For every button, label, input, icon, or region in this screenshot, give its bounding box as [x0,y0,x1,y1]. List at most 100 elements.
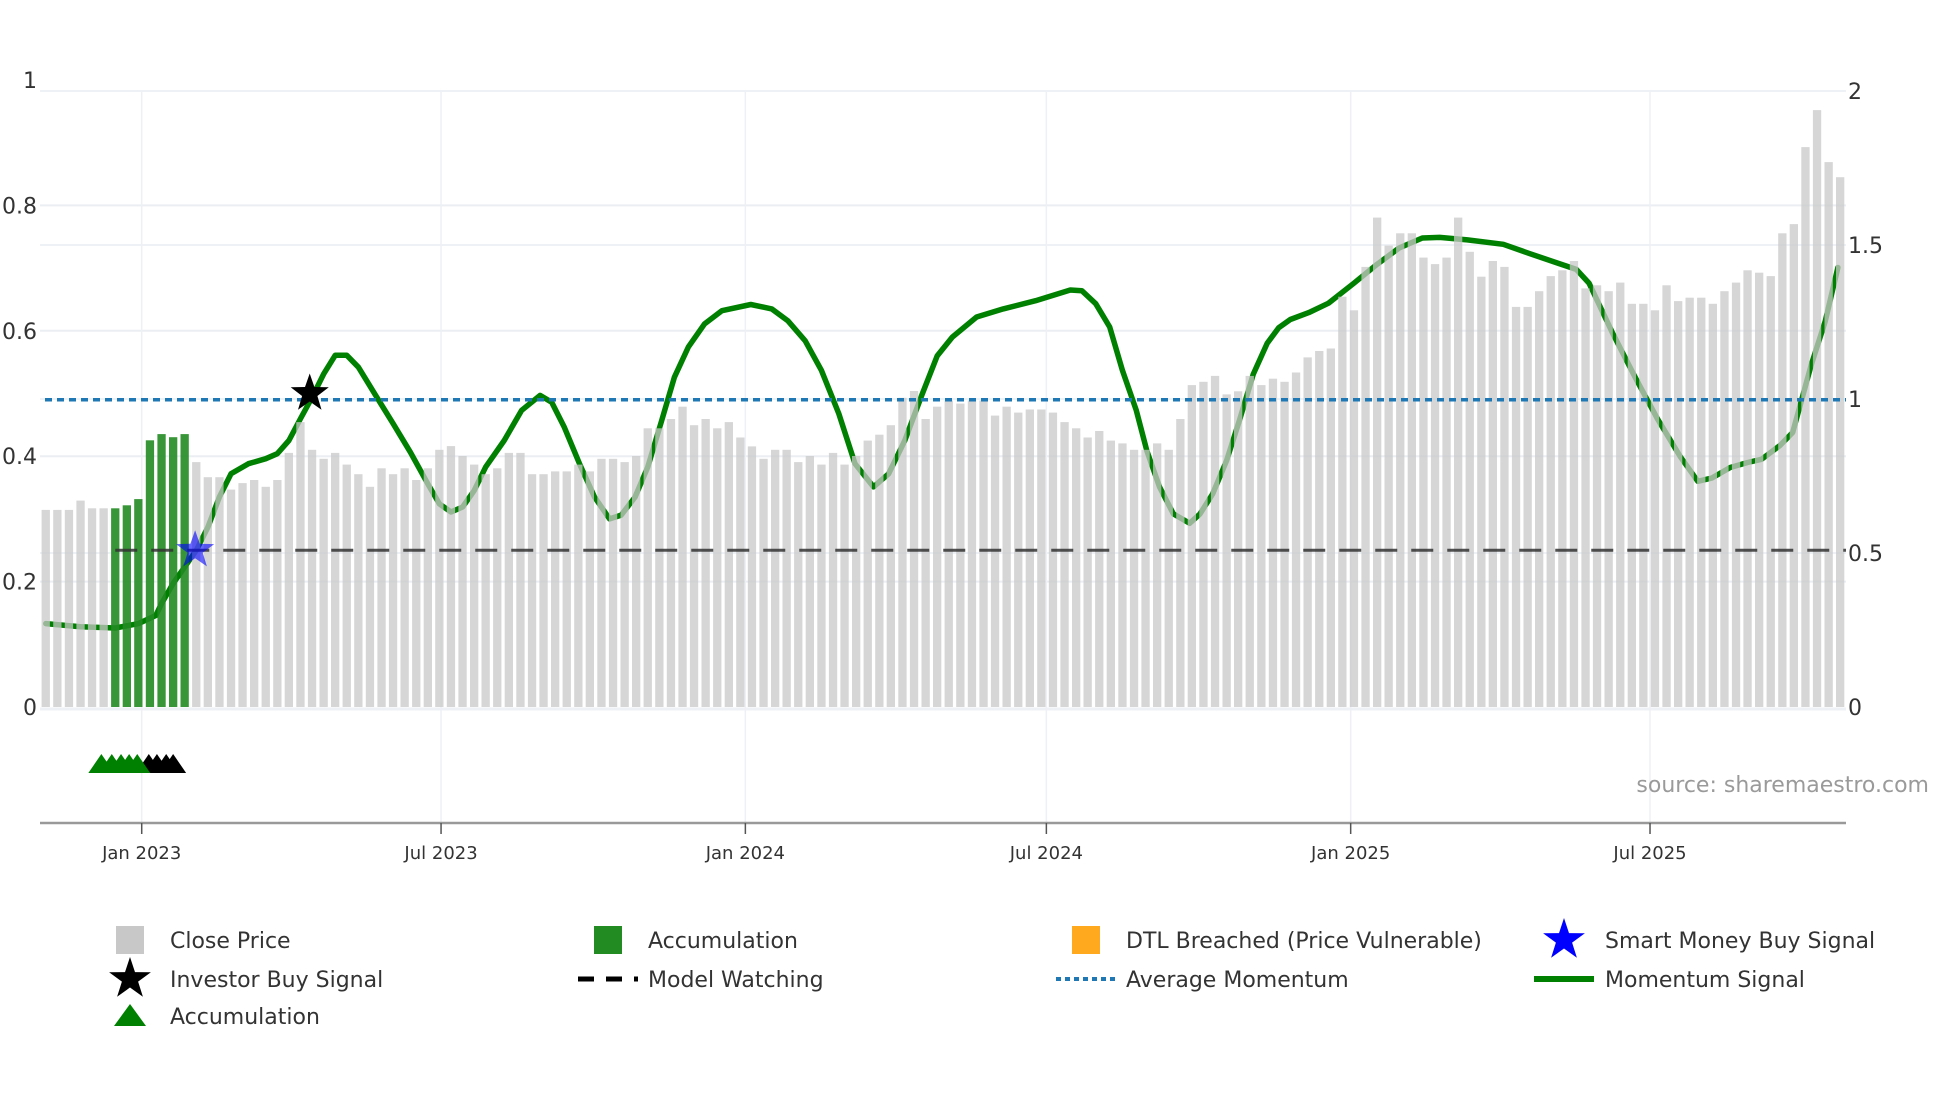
close-price-bar [493,468,502,707]
price-bars [41,110,1845,708]
close-price-bar [504,452,513,707]
close-price-bar [794,462,803,707]
close-price-bar [342,464,351,707]
close-price-bar [1720,291,1729,707]
close-price-bar [1037,409,1046,707]
close-price-bar [944,400,953,707]
close-price-bar [388,474,398,707]
accumulation-bar [134,499,143,707]
close-price-bar [828,452,838,707]
close-price-bar [562,471,571,707]
legend-label: Accumulation [648,929,798,954]
close-price-bar [1141,449,1150,707]
close-price-bar [527,474,537,707]
smart-money-star-icon [1543,918,1585,958]
close-price-bar [1789,224,1798,707]
close-price-bar [1477,276,1486,707]
close-price-bar [875,434,884,707]
close-price-bar [1176,419,1185,707]
y-right-tick-label: 1 [1848,388,1862,413]
x-tick-label: Jul 2025 [1612,843,1686,864]
close-price-bar [365,486,375,707]
y-right-tick-label: 1.5 [1848,234,1883,259]
close-price-bar [1569,261,1579,707]
close-price-bar [64,509,74,707]
close-price-bar [1407,233,1416,708]
close-price-bar [400,468,409,707]
x-tick-label: Jan 2025 [1310,843,1390,864]
legend-label: Close Price [170,929,291,954]
close-price-bar [1373,217,1382,707]
close-price-bar [1083,437,1092,707]
close-price-bar [296,422,305,707]
close-price-bar [446,446,456,707]
close-price-bar [1164,449,1173,707]
close-price-bar [967,400,977,707]
close-price-bar [1535,291,1544,707]
legend-item-model_watching: Model Watching [578,968,824,993]
close-price-bar [1697,297,1706,707]
close-price-bar [1025,409,1034,707]
close-price-bar [1245,375,1254,707]
close-price-bar [458,456,467,707]
close-price-bar [956,403,965,707]
accumulation-bar [111,508,120,707]
close-price-bar [1743,270,1752,707]
legend-item-accumulation: Accumulation [594,926,798,954]
close-price-bar [435,449,444,707]
y-left-tick-label: 0 [23,696,37,721]
investor-star-icon [109,957,151,997]
close-price-bar [76,500,85,707]
legend-label: Average Momentum [1126,968,1349,993]
close-price-bar [1650,310,1660,707]
close-price-bar [307,449,317,707]
close-price-bar [1523,306,1532,707]
close-price-bar [99,508,108,707]
close-price-bar [1280,381,1289,707]
dtl-breached-swatch-icon [1072,926,1100,954]
close-price-bar [1129,449,1139,707]
close-price-bar [1106,440,1115,707]
legend-label: Momentum Signal [1605,968,1805,993]
close-price-bar [1315,351,1324,707]
close-price-bar [1801,147,1810,708]
close-price-bar [1616,282,1625,707]
close-price-bar [840,464,849,707]
close-price-bar [1430,264,1440,707]
close-price-bar [1349,310,1359,707]
legend-label: Accumulation [170,1005,320,1030]
y-left-tick-label: 0.2 [2,571,37,596]
close-price-bar [1153,443,1162,707]
close-price-bar [1118,443,1127,707]
close-price-bar [1824,162,1833,708]
close-price-bar [1465,251,1474,708]
legend-item-momentum: Momentum Signal [1534,968,1805,993]
close-price-bar [1257,385,1266,707]
legend-label: Investor Buy Signal [170,968,383,993]
legend-item-smart_money: Smart Money Buy Signal [1543,918,1875,958]
close-price-bar [643,428,652,707]
x-tick-label: Jul 2024 [1009,843,1083,864]
accumulation-bar [122,505,131,707]
close-price-bar [608,458,618,707]
close-price-bar [713,428,722,707]
close-price-bar [852,456,861,707]
close-price-bar [41,509,50,707]
legend-item-average_momentum: Average Momentum [1056,968,1349,993]
close-price-bar [250,480,259,707]
close-price-bar [87,508,97,707]
close-price-bar [1268,378,1278,707]
legend-item-accumulation: Accumulation [114,1004,320,1030]
close-price-bar [1500,266,1509,707]
close-price-bar [585,471,594,707]
y-right-tick-label: 2 [1848,80,1862,105]
close-price-bar [689,425,699,707]
accumulation-bar [180,434,189,707]
y-left-tick-label: 1 [23,69,37,94]
legend-item-investor: Investor Buy Signal [109,957,383,997]
close-price-bar [1187,385,1196,707]
close-price-bar [933,406,942,707]
close-price-bar [1592,285,1602,707]
close-price-bar [1685,297,1694,707]
close-price-bar [1419,257,1428,707]
